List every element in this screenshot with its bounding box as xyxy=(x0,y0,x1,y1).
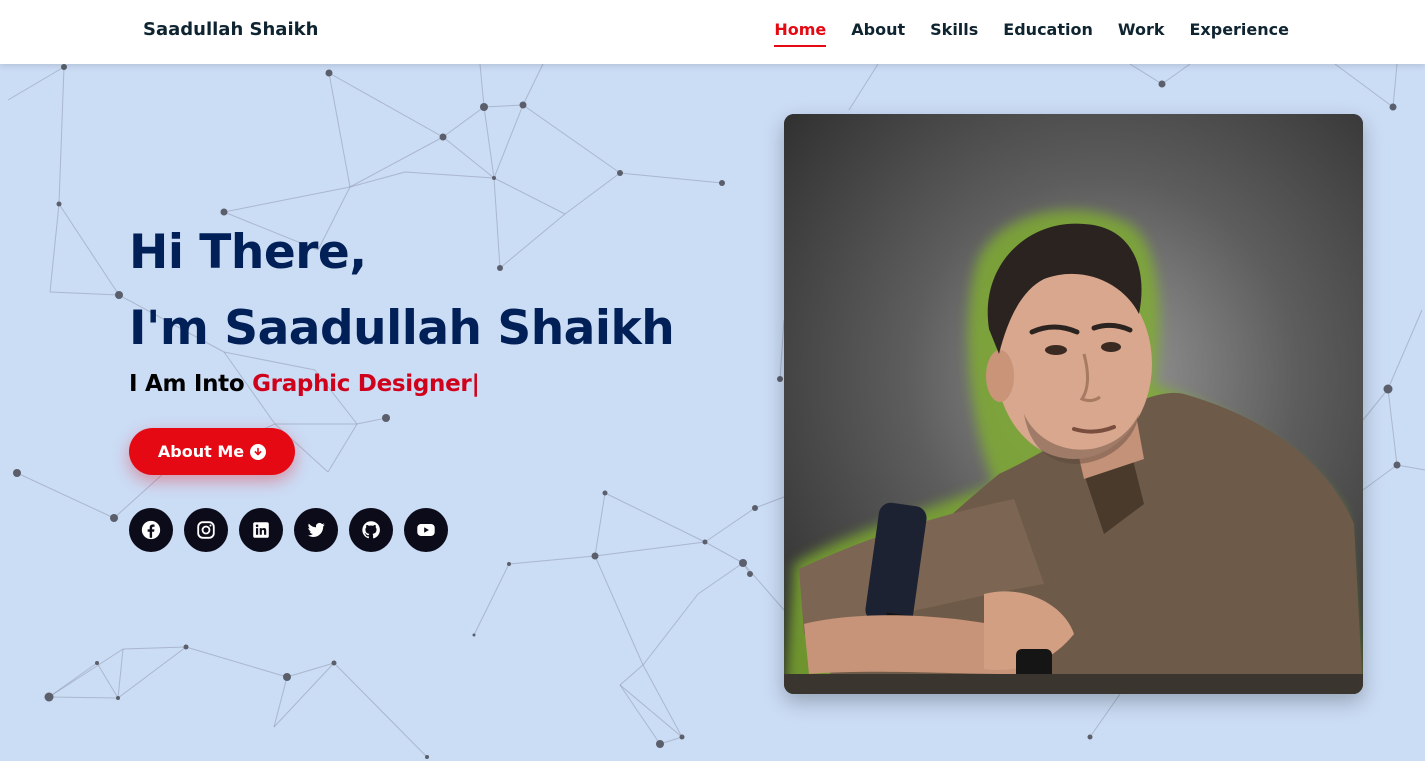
nav-link-home[interactable]: Home xyxy=(774,20,827,47)
about-me-label: About Me xyxy=(157,442,245,461)
linkedin-link[interactable] xyxy=(239,508,283,552)
youtube-icon xyxy=(417,524,435,536)
nav-links: Home About Skills Education Work Experie… xyxy=(749,20,1289,47)
facebook-link[interactable] xyxy=(129,508,173,552)
linkedin-icon xyxy=(253,522,269,538)
profile-portrait-illustration xyxy=(784,114,1363,694)
github-icon xyxy=(362,521,380,539)
typing-prefix: I Am Into xyxy=(129,371,253,397)
twitter-icon xyxy=(307,522,325,537)
brand-logo[interactable]: Saadullah Shaikh xyxy=(143,19,318,40)
typing-cursor: | xyxy=(471,371,480,397)
nav-link-experience[interactable]: Experience xyxy=(1189,20,1289,47)
navbar: Saadullah Shaikh Home About Skills Educa… xyxy=(0,0,1425,64)
hero-greeting: Hi There, xyxy=(129,225,367,280)
instagram-icon xyxy=(197,521,215,539)
twitter-link[interactable] xyxy=(294,508,338,552)
hero-text: Hi There, I'm Saadullah Shaikh I Am Into… xyxy=(129,215,675,397)
youtube-link[interactable] xyxy=(404,508,448,552)
github-link[interactable] xyxy=(349,508,393,552)
typing-role: Graphic Designer xyxy=(252,371,472,397)
hero-heading: Hi There, I'm Saadullah Shaikh xyxy=(129,215,675,367)
nav-link-skills[interactable]: Skills xyxy=(930,20,978,47)
hero-name: I'm Saadullah Shaikh xyxy=(129,301,675,356)
nav-link-education[interactable]: Education xyxy=(1003,20,1093,47)
typing-text: I Am Into Graphic Designer| xyxy=(129,371,674,397)
about-me-button[interactable]: About Me xyxy=(129,428,295,475)
facebook-icon xyxy=(141,520,161,540)
profile-photo xyxy=(784,114,1363,694)
nav-link-about[interactable]: About xyxy=(851,20,905,47)
arrow-circle-down-icon xyxy=(250,443,267,460)
nav-link-work[interactable]: Work xyxy=(1118,20,1165,47)
instagram-link[interactable] xyxy=(184,508,228,552)
social-links xyxy=(129,508,448,552)
